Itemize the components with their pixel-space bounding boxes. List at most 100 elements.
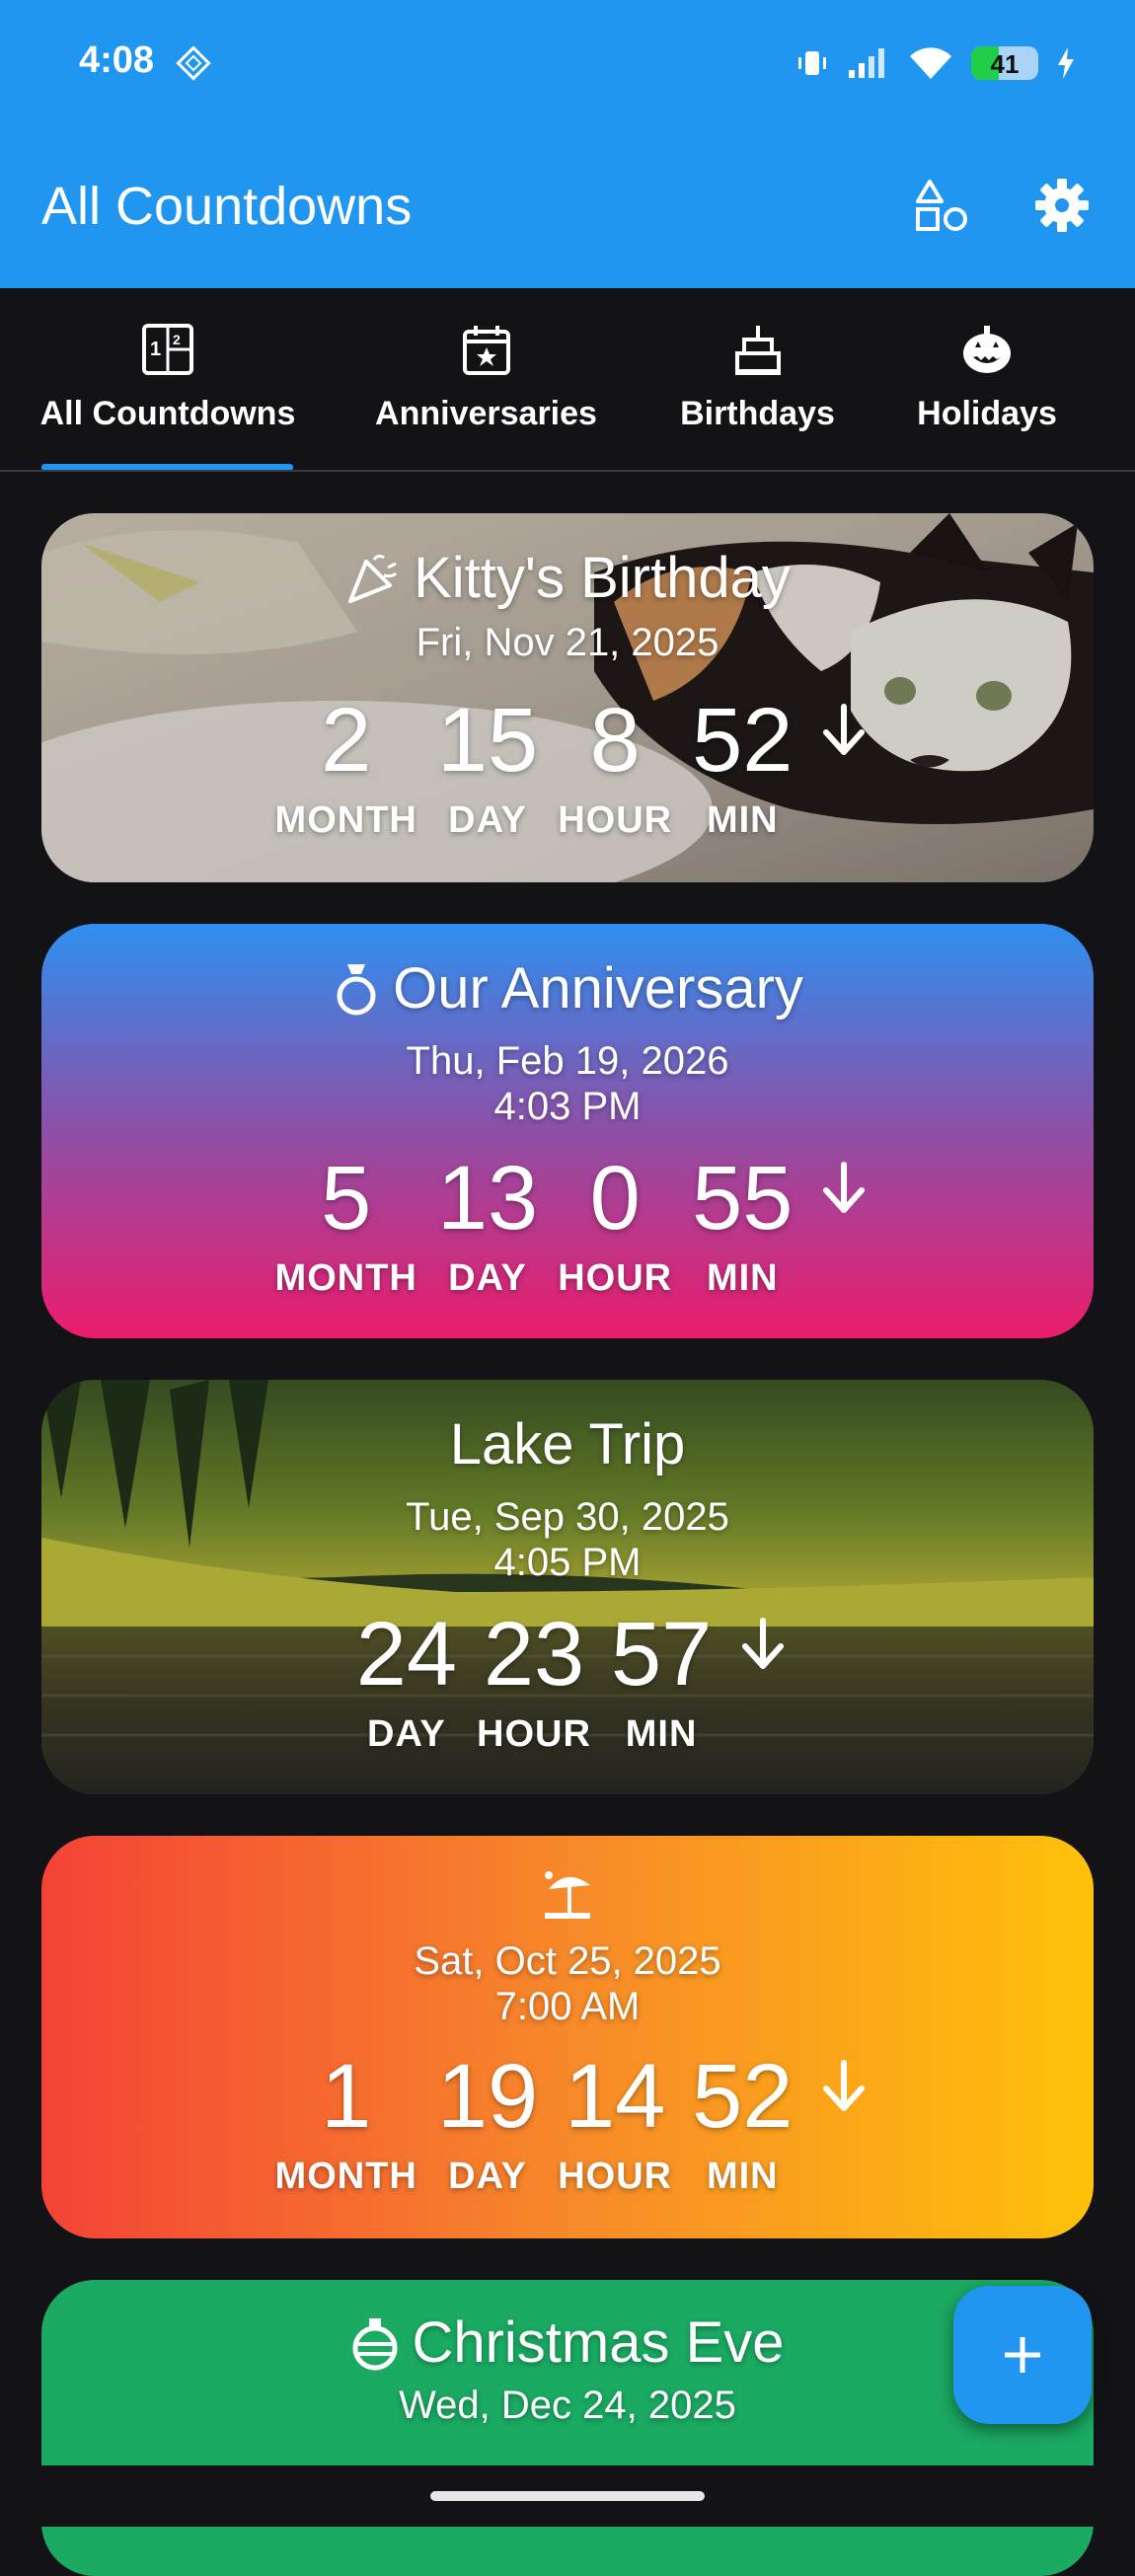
ring-icon bbox=[337, 964, 376, 1016]
countdown-unit: 52 MIN bbox=[692, 2047, 793, 2198]
status-time: 4:08 bbox=[79, 39, 155, 81]
arrow-down-icon bbox=[823, 1162, 866, 1213]
status-bar: 4:08 41 bbox=[0, 0, 1135, 128]
wifi-icon bbox=[910, 47, 951, 79]
top-app-bar: 4:08 41 All Countdowns bbox=[0, 0, 1135, 288]
card-title: Our Anniversary bbox=[41, 957, 1094, 1021]
card-title: Christmas Eve bbox=[41, 2311, 1094, 2375]
countdown-card-kittys-birthday[interactable]: Kitty's Birthday Fri, Nov 21, 2025 2 MONT… bbox=[41, 513, 1094, 882]
ornament-icon bbox=[352, 2318, 398, 2371]
countdown-unit: 55 MIN bbox=[692, 1149, 793, 1300]
beach-umbrella-icon bbox=[545, 1871, 590, 1919]
battery-level: 41 bbox=[990, 49, 1020, 79]
countdown-value: 52 bbox=[692, 2046, 794, 2147]
countdown-unit-label: MIN bbox=[706, 1257, 779, 1299]
countdown-unit-label: MIN bbox=[706, 799, 779, 841]
countdown-card-our-anniversary[interactable]: Our Anniversary Thu, Feb 19, 2026 4:03 P… bbox=[41, 924, 1094, 1338]
countdown-card-lake-trip[interactable]: Lake Trip Tue, Sep 30, 2025 4:05 PM 24 DA… bbox=[41, 1380, 1094, 1794]
countdown-unit: 15 DAY bbox=[437, 691, 538, 842]
battery-indicator: 41 bbox=[971, 46, 1038, 80]
countdown-value: 52 bbox=[692, 690, 794, 791]
card-date: Wed, Dec 24, 2025 bbox=[399, 2384, 736, 2427]
countdown-card-christmas-eve[interactable]: Christmas Eve Wed, Dec 24, 2025 bbox=[41, 2280, 1094, 2576]
tab-label: Anniversaries bbox=[375, 395, 597, 432]
page-title: All Countdowns bbox=[41, 177, 413, 236]
card-date: Sat, Oct 25, 2025 bbox=[414, 1939, 721, 1983]
party-popper-icon bbox=[348, 554, 398, 603]
card-date: Fri, Nov 21, 2025 bbox=[416, 621, 719, 664]
countdown-unit-label: DAY bbox=[448, 799, 527, 841]
countdown-unit: 2 MONTH bbox=[275, 691, 417, 842]
tab-anniversaries[interactable]: Anniversaries bbox=[365, 288, 607, 470]
countdown-value: 15 bbox=[436, 690, 539, 791]
countdown-unit-label: HOUR bbox=[558, 2156, 673, 2197]
countdown-value: 1 bbox=[321, 2046, 372, 2147]
countdown-unit-label: MONTH bbox=[274, 799, 417, 841]
countdown-unit-label: HOUR bbox=[477, 1713, 591, 1755]
countdown-unit-label: MIN bbox=[625, 1713, 698, 1755]
countdown-value: 24 bbox=[355, 1604, 458, 1705]
shapes-button[interactable] bbox=[910, 174, 973, 237]
svg-text:1: 1 bbox=[150, 339, 161, 360]
tab-birthdays[interactable]: Birthdays bbox=[671, 288, 844, 470]
home-indicator bbox=[430, 2491, 705, 2501]
countdown-timer: 1 MONTH 19 DAY 14 HOUR 52 MIN bbox=[41, 2047, 1094, 2198]
countdown-unit: 8 HOUR bbox=[558, 691, 672, 842]
plus-icon bbox=[1005, 2337, 1040, 2373]
countdown-value: 8 bbox=[589, 690, 641, 791]
countdown-unit-label: HOUR bbox=[558, 799, 673, 841]
tab-holidays[interactable]: Holidays bbox=[908, 288, 1066, 470]
card-time: 4:03 PM bbox=[493, 1085, 642, 1128]
countdown-unit: 13 DAY bbox=[437, 1149, 538, 1300]
countdown-value: 14 bbox=[564, 2046, 666, 2147]
countdown-value: 23 bbox=[483, 1604, 585, 1705]
countdown-value: 55 bbox=[692, 1148, 794, 1249]
app-notification-icon bbox=[176, 45, 211, 81]
signal-icon bbox=[849, 48, 884, 78]
arrow-down-icon bbox=[742, 1618, 785, 1669]
countdown-value: 13 bbox=[436, 1148, 539, 1249]
countdown-unit: 5 MONTH bbox=[275, 1149, 417, 1300]
countdown-unit: 0 HOUR bbox=[558, 1149, 672, 1300]
countdown-value: 0 bbox=[589, 1148, 641, 1249]
card-time: 7:00 AM bbox=[494, 1985, 641, 2028]
tab-label: Birthdays bbox=[680, 395, 835, 432]
cake-icon bbox=[734, 326, 781, 375]
countdown-unit: 1 MONTH bbox=[275, 2047, 417, 2198]
countdown-unit: 57 MIN bbox=[611, 1605, 712, 1756]
countdown-unit: 14 HOUR bbox=[558, 2047, 672, 2198]
countdown-card-beach[interactable]: Sat, Oct 25, 2025 7:00 AM 1 MONTH 19 DAY 14 H… bbox=[41, 1836, 1094, 2238]
countdown-timer: 24 DAY 23 HOUR 57 MIN bbox=[41, 1605, 1094, 1756]
charging-bolt-icon bbox=[1058, 47, 1074, 79]
countdown-timer: 2 MONTH 15 DAY 8 HOUR 52 MIN bbox=[41, 691, 1094, 842]
countdown-unit-label: HOUR bbox=[558, 1257, 673, 1299]
tab-label: All Countdowns bbox=[39, 395, 296, 432]
pumpkin-icon bbox=[963, 326, 1011, 373]
countdown-unit-label: MONTH bbox=[274, 2156, 417, 2197]
countdown-unit-label: MONTH bbox=[274, 1257, 417, 1299]
countdown-unit: 24 DAY bbox=[356, 1605, 457, 1756]
card-title: Lake Trip bbox=[449, 1412, 686, 1477]
countdown-unit: 52 MIN bbox=[692, 691, 793, 842]
countdown-unit-label: DAY bbox=[448, 2156, 527, 2197]
tab-all-countdowns[interactable]: 1 2 All Countdowns bbox=[39, 288, 296, 470]
countdown-unit: 23 HOUR bbox=[477, 1605, 591, 1756]
countdown-value: 57 bbox=[610, 1604, 713, 1705]
countdown-unit: 19 DAY bbox=[437, 2047, 538, 2198]
countdown-value: 19 bbox=[436, 2046, 539, 2147]
countdown-timer: 5 MONTH 13 DAY 0 HOUR 55 MIN bbox=[41, 1149, 1094, 1300]
settings-gear-icon[interactable] bbox=[1030, 174, 1094, 237]
calendar-grid-icon: 1 2 bbox=[142, 324, 193, 375]
tab-label: Holidays bbox=[917, 395, 1057, 432]
card-title: Kitty's Birthday bbox=[41, 547, 1094, 610]
countdown-value: 5 bbox=[321, 1148, 372, 1249]
card-date: Thu, Feb 19, 2026 bbox=[406, 1039, 729, 1083]
countdown-unit-label: DAY bbox=[367, 1713, 446, 1755]
countdown-unit-label: MIN bbox=[706, 2156, 779, 2197]
add-countdown-button[interactable] bbox=[953, 2286, 1092, 2424]
card-date: Tue, Sep 30, 2025 bbox=[406, 1495, 729, 1539]
countdown-unit-label: DAY bbox=[448, 1257, 527, 1299]
card-time: 4:05 PM bbox=[493, 1541, 642, 1584]
arrow-down-icon bbox=[823, 2060, 866, 2111]
svg-text:2: 2 bbox=[173, 332, 181, 347]
